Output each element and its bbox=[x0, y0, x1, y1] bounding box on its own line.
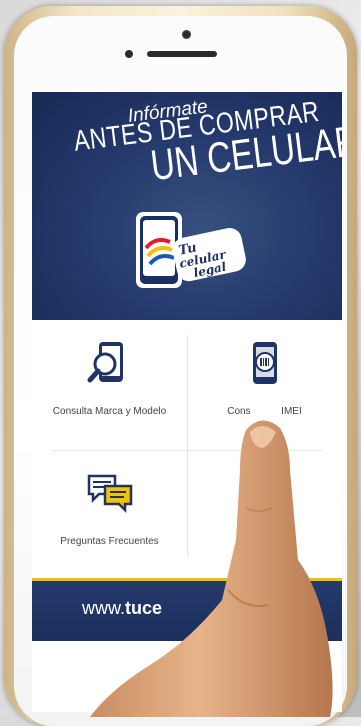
url-prefix: www. bbox=[82, 598, 126, 618]
url-domain: tuce bbox=[125, 598, 163, 618]
footer-bar: www.tuce bbox=[32, 581, 342, 641]
tile-consulta-imei[interactable]: Cons IMEI bbox=[187, 320, 342, 445]
earpiece-speaker bbox=[147, 51, 217, 57]
logo-script: Tu celular legal bbox=[172, 228, 246, 282]
tile-label: Preguntas Frecuentes bbox=[60, 536, 159, 547]
menu-grid: Consulta Marca y Modelo Cons IMEI Pregun… bbox=[32, 320, 342, 580]
tu-celular-legal-logo: Tu celular legal bbox=[136, 212, 246, 288]
hero-banner: Infórmate ANTES DE COMPRAR UN CELULAR Tu… bbox=[32, 92, 342, 320]
app-screen: Infórmate ANTES DE COMPRAR UN CELULAR Tu… bbox=[32, 92, 342, 712]
barcode-phone-icon bbox=[252, 342, 277, 384]
chat-bubbles-icon bbox=[87, 474, 132, 514]
proximity-sensor bbox=[125, 50, 133, 58]
tile-consulta-marca-modelo[interactable]: Consulta Marca y Modelo bbox=[32, 320, 187, 445]
tile-preguntas-frecuentes[interactable]: Preguntas Frecuentes bbox=[32, 450, 187, 575]
magnifier-phone-icon bbox=[87, 342, 123, 383]
tile-label: Consulta Marca y Modelo bbox=[52, 406, 167, 417]
tile-label: Cons IMEI bbox=[227, 406, 302, 417]
front-camera bbox=[182, 30, 191, 39]
website-link[interactable]: www.tuce bbox=[82, 598, 162, 619]
